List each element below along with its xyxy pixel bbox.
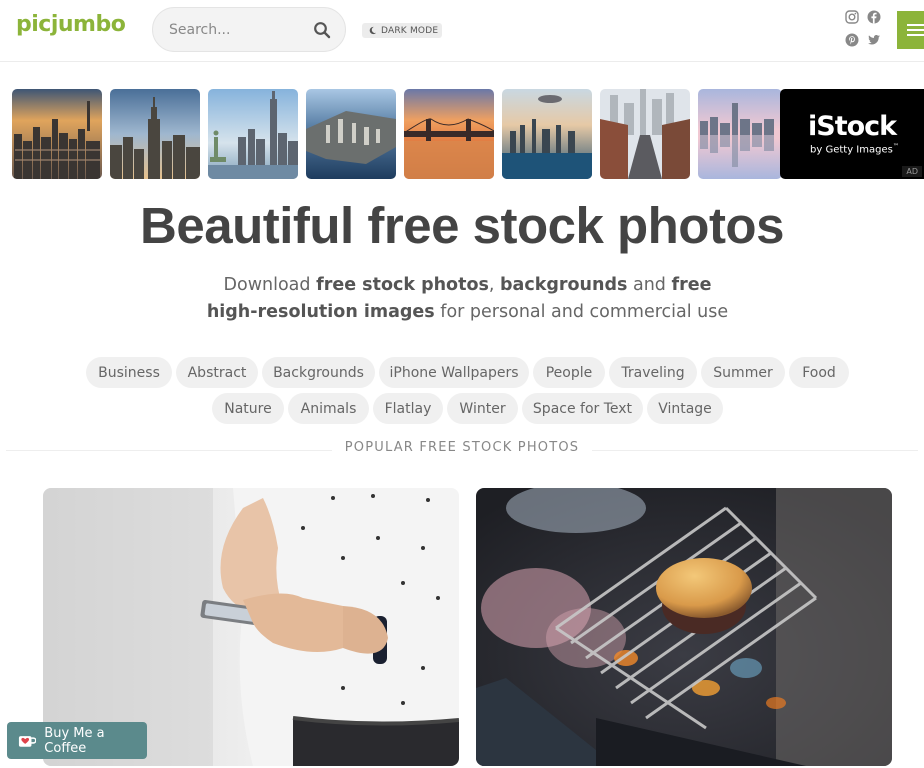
tag-backgrounds[interactable]: Backgrounds bbox=[262, 357, 375, 388]
thumbnail-statue-of-liberty-skyline[interactable] bbox=[208, 89, 298, 179]
menu-line bbox=[907, 24, 924, 26]
photo-card-burger-on-grill[interactable] bbox=[476, 488, 892, 766]
thumbnail-new-york-sunset-aerial[interactable] bbox=[12, 89, 102, 179]
tag-summer[interactable]: Summer bbox=[701, 357, 785, 388]
search-input[interactable] bbox=[169, 19, 299, 41]
page-title: Beautiful free stock photos bbox=[140, 197, 784, 254]
facebook-icon[interactable] bbox=[867, 10, 881, 24]
menu-line bbox=[907, 34, 924, 36]
thumbnail-manhattan-aerial-bay[interactable] bbox=[306, 89, 396, 179]
istock-logo: iStock bbox=[808, 111, 897, 142]
buy-me-a-coffee-button[interactable]: Buy Me a Coffee bbox=[7, 722, 147, 759]
thumbnail-city-street-buildings[interactable] bbox=[600, 89, 690, 179]
tag-iphone-wallpapers[interactable]: iPhone Wallpapers bbox=[379, 357, 529, 388]
page-subtitle: Download free stock photos, backgrounds … bbox=[206, 275, 729, 322]
ad-badge: AD bbox=[902, 166, 922, 177]
featured-thumbnails: iStock by Getty Images™ AD bbox=[0, 88, 924, 180]
tag-winter[interactable]: Winter bbox=[447, 393, 518, 424]
instagram-icon[interactable] bbox=[845, 10, 859, 24]
tag-abstract[interactable]: Abstract bbox=[176, 357, 258, 388]
search-box[interactable] bbox=[152, 7, 346, 52]
site-header: picjumbo DARK MODE bbox=[0, 0, 924, 62]
thumbnail-brooklyn-bridge-sunset[interactable] bbox=[404, 89, 494, 179]
site-logo[interactable]: picjumbo bbox=[16, 12, 126, 37]
tag-people[interactable]: People bbox=[533, 357, 605, 388]
coffee-cup-icon bbox=[18, 735, 37, 747]
search-icon[interactable] bbox=[313, 21, 331, 39]
tag-space-for-text[interactable]: Space for Text bbox=[522, 393, 643, 424]
thumbnail-manhattan-clouds-aerial[interactable] bbox=[502, 89, 592, 179]
tag-flatlay[interactable]: Flatlay bbox=[373, 393, 443, 424]
tag-food[interactable]: Food bbox=[789, 357, 849, 388]
istock-ad-banner[interactable]: iStock by Getty Images™ AD bbox=[780, 89, 924, 179]
twitter-icon[interactable] bbox=[867, 33, 881, 47]
tag-traveling[interactable]: Traveling bbox=[609, 357, 697, 388]
thumbnail-skyline-reflection-pink[interactable] bbox=[698, 89, 782, 179]
dark-mode-toggle[interactable]: DARK MODE bbox=[362, 23, 443, 38]
pinterest-icon[interactable] bbox=[845, 33, 859, 47]
coffee-label: Buy Me a Coffee bbox=[44, 725, 105, 756]
menu-line bbox=[907, 29, 924, 31]
tag-vintage[interactable]: Vintage bbox=[647, 393, 723, 424]
tag-nature[interactable]: Nature bbox=[212, 393, 284, 424]
photo-burger-on-grill bbox=[476, 488, 892, 766]
istock-tagline: by Getty Images™ bbox=[810, 143, 899, 156]
tag-business[interactable]: Business bbox=[86, 357, 172, 388]
dark-mode-label: DARK MODE bbox=[381, 25, 439, 36]
thumbnail-empire-state-skyline[interactable] bbox=[110, 89, 200, 179]
section-title: POPULAR FREE STOCK PHOTOS bbox=[332, 440, 592, 455]
tag-animals[interactable]: Animals bbox=[288, 393, 369, 424]
moon-icon bbox=[369, 26, 377, 35]
menu-button[interactable] bbox=[897, 11, 924, 49]
